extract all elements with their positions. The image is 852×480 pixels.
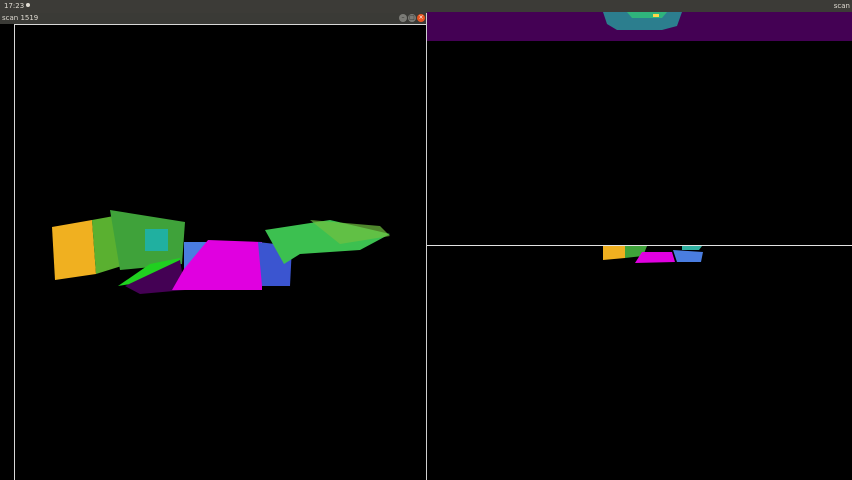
- right-window-titlebar[interactable]: scan: [427, 0, 852, 12]
- maximize-button[interactable]: □: [408, 14, 416, 22]
- bottom-view[interactable]: [427, 246, 852, 480]
- clock[interactable]: 17:23: [4, 0, 31, 13]
- indicator-dot-icon: [26, 3, 31, 7]
- left-window-title: scan 1519: [2, 14, 39, 22]
- point-cloud-view[interactable]: [0, 24, 427, 480]
- minimize-button[interactable]: –: [399, 14, 407, 22]
- axis-line-top: [14, 24, 427, 25]
- close-button[interactable]: ×: [417, 14, 425, 22]
- point-cloud-render: [52, 210, 390, 294]
- left-window-titlebar[interactable]: scan 1519 – □ ×: [0, 13, 427, 24]
- left-window: scan 1519 – □ ×: [0, 13, 427, 480]
- clock-time: 17:23: [4, 2, 25, 10]
- top-view-strip[interactable]: [427, 12, 852, 41]
- axis-line-vertical: [14, 24, 15, 480]
- right-window-title: scan: [833, 2, 850, 10]
- right-window: scan: [427, 0, 852, 480]
